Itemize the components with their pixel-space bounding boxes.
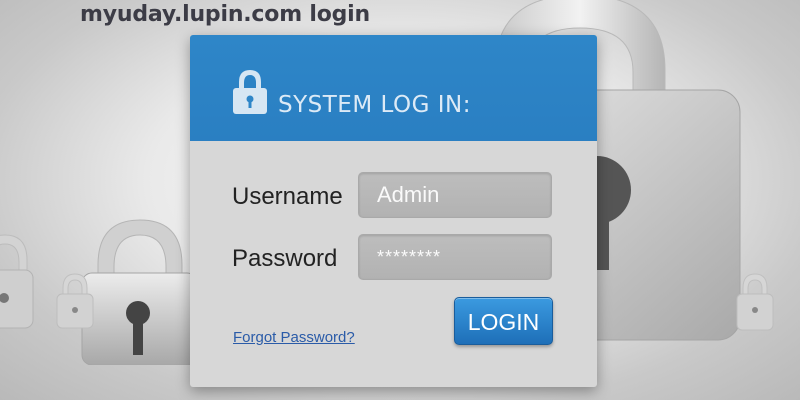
forgot-password-link[interactable]: Forgot Password? (233, 329, 355, 346)
username-label: Username (232, 183, 343, 210)
background-padlock-icon-small-left (55, 270, 95, 330)
dialog-header: SYSTEM LOG IN: (190, 35, 597, 141)
login-dialog: SYSTEM LOG IN: Username Admin Password *… (190, 35, 597, 387)
password-label: Password (232, 245, 338, 272)
page-title: myuday.lupin.com login (80, 2, 370, 27)
password-field[interactable]: ******** (358, 234, 552, 280)
background-padlock-icon-far-left (0, 230, 35, 330)
dialog-title: SYSTEM LOG IN: (278, 92, 471, 118)
padlock-icon (232, 68, 268, 121)
login-button[interactable]: LOGIN (454, 297, 553, 345)
background-padlock-icon-left (80, 215, 200, 365)
background-padlock-icon-right (735, 270, 775, 335)
username-field[interactable]: Admin (358, 172, 552, 218)
